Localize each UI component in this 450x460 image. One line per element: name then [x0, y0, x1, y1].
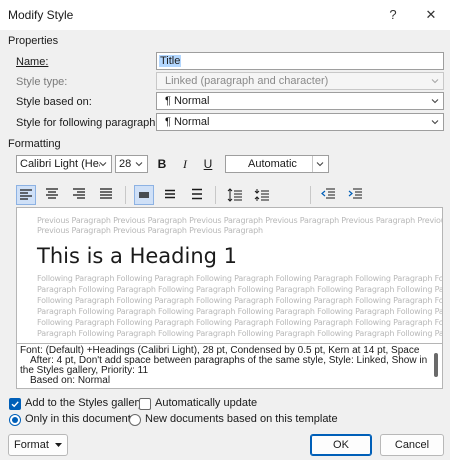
double-spacing-icon — [192, 188, 202, 200]
decrease-spacing-icon — [254, 189, 269, 201]
add-to-gallery-label[interactable]: Add to the Styles gallery — [25, 397, 144, 409]
preview-previous-paragraph: Previous Paragraph Previous Paragraph Pr… — [37, 226, 263, 235]
preview-previous-paragraph: Previous Paragraph Previous Paragraph Pr… — [37, 216, 442, 225]
preview-heading: This is a Heading 1 — [37, 244, 238, 268]
decrease-paragraph-spacing-button[interactable] — [252, 185, 272, 205]
bold-button[interactable]: B — [152, 154, 172, 174]
style-type-value: Linked (paragraph and character) — [165, 75, 329, 87]
based-on-dropdown[interactable]: ¶ Normal — [156, 92, 444, 110]
formatting-heading: Formatting — [8, 138, 61, 150]
name-field[interactable]: Title — [156, 52, 444, 70]
align-left-icon — [20, 189, 32, 200]
increase-spacing-icon — [227, 188, 242, 202]
name-value: Title — [159, 55, 182, 67]
font-value: Calibri Light (Head — [20, 158, 100, 170]
style-type-label: Style type: — [16, 76, 68, 88]
new-documents-label[interactable]: New documents based on this template — [145, 413, 338, 425]
cancel-button[interactable]: Cancel — [380, 434, 444, 456]
preview-following-paragraph: Paragraph Following Paragraph Following … — [37, 307, 443, 316]
one-half-spacing-button[interactable] — [160, 185, 180, 205]
font-color-value: Automatic — [248, 158, 297, 170]
preview-following-paragraph: Paragraph Following Paragraph Following … — [37, 285, 443, 294]
underline-button[interactable]: U — [198, 154, 218, 174]
toolbar-divider — [125, 186, 126, 204]
font-dropdown[interactable]: Calibri Light (Head — [16, 155, 112, 173]
chevron-down-icon — [431, 79, 439, 84]
decrease-indent-icon — [321, 188, 335, 199]
based-on-value: ¶ Normal — [165, 95, 210, 107]
auto-update-checkbox[interactable] — [139, 398, 151, 410]
decrease-indent-button[interactable] — [318, 185, 338, 205]
double-spacing-button[interactable] — [187, 185, 207, 205]
format-button-label: Format — [14, 439, 49, 451]
chevron-down-icon — [431, 99, 439, 104]
chevron-down-icon — [99, 162, 107, 167]
font-color-dropdown[interactable]: Automatic — [225, 155, 329, 173]
only-this-document-label[interactable]: Only in this document — [25, 413, 131, 425]
style-description: Font: (Default) +Headings (Calibri Light… — [16, 343, 443, 389]
align-center-button[interactable] — [42, 185, 62, 205]
single-spacing-button[interactable] — [134, 185, 154, 205]
chevron-down-icon — [431, 120, 439, 125]
caret-down-icon — [54, 442, 62, 447]
description-line: Based on: Normal — [30, 375, 111, 386]
single-spacing-icon — [139, 192, 149, 198]
preview-following-paragraph: Following Paragraph Following Paragraph … — [37, 296, 443, 305]
justify-button[interactable] — [96, 185, 116, 205]
ok-button[interactable]: OK — [310, 434, 372, 456]
preview-following-paragraph: Following Paragraph Following Paragraph … — [37, 318, 443, 327]
following-value: ¶ Normal — [165, 116, 210, 128]
justify-icon — [100, 188, 112, 199]
close-button[interactable]: ✕ — [420, 5, 442, 25]
scrollbar-thumb[interactable] — [434, 353, 438, 377]
align-right-button[interactable] — [69, 185, 89, 205]
only-this-document-radio[interactable] — [9, 414, 21, 426]
align-right-icon — [73, 188, 85, 199]
toolbar-divider — [215, 186, 216, 204]
new-documents-radio[interactable] — [129, 414, 141, 426]
font-size-value: 28 — [119, 158, 132, 170]
title-bar: Modify Style ? ✕ — [0, 0, 450, 30]
preview-following-paragraph: Following Paragraph Following Paragraph … — [37, 274, 443, 283]
increase-indent-button[interactable] — [345, 185, 365, 205]
dialog-title: Modify Style — [8, 8, 74, 22]
align-left-button[interactable] — [16, 185, 36, 205]
style-type-dropdown: Linked (paragraph and character) — [156, 72, 444, 90]
properties-heading: Properties — [8, 35, 59, 47]
chevron-down-icon — [316, 162, 324, 167]
increase-paragraph-spacing-button[interactable] — [225, 185, 245, 205]
based-on-label: Style based on: — [16, 96, 92, 108]
chevron-down-icon — [135, 162, 143, 167]
style-preview: Previous Paragraph Previous Paragraph Pr… — [16, 207, 443, 345]
format-menu-button[interactable]: Format — [8, 434, 68, 456]
name-label: Name: — [16, 56, 49, 68]
preview-following-paragraph: Paragraph Following Paragraph Following … — [37, 329, 443, 338]
add-to-gallery-checkbox[interactable] — [9, 398, 21, 410]
auto-update-label[interactable]: Automatically update — [155, 397, 257, 409]
font-size-dropdown[interactable]: 28 — [115, 155, 148, 173]
checkmark-icon — [11, 401, 19, 408]
align-center-icon — [46, 188, 58, 199]
increase-indent-icon — [348, 188, 362, 199]
following-dropdown[interactable]: ¶ Normal — [156, 113, 444, 131]
following-label: Style for following paragraph: — [16, 117, 159, 129]
description-scrollbar[interactable] — [431, 345, 441, 387]
toolbar-divider — [310, 186, 311, 204]
one-half-spacing-icon — [165, 189, 175, 199]
italic-button[interactable]: I — [175, 154, 195, 174]
help-button[interactable]: ? — [382, 5, 404, 25]
